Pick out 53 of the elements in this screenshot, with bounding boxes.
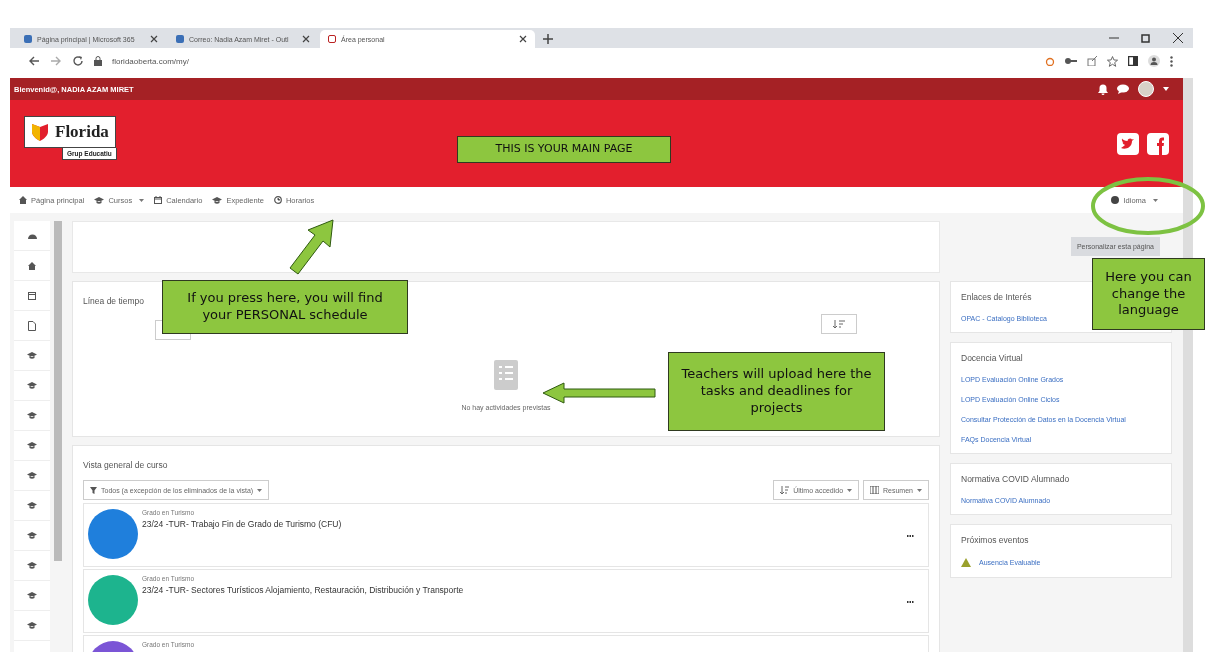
address-field[interactable]: floridaoberta.com/my/ [112, 56, 189, 66]
favicon-icon [176, 35, 184, 43]
extension-icon[interactable] [1045, 56, 1055, 66]
block-title: Línea de tiempo [83, 296, 144, 306]
block-title: Normativa COVID Alumnado [961, 474, 1070, 484]
annotation-tooltip: THIS IS YOUR MAIN PAGE [457, 136, 671, 163]
share-icon[interactable] [1087, 56, 1097, 66]
lock-icon [94, 56, 102, 66]
caret-icon [257, 488, 263, 492]
event-icon [961, 558, 971, 567]
favicon-icon [328, 35, 336, 43]
sort-icon [780, 486, 790, 494]
graduation-cap-icon [94, 196, 105, 204]
caret-icon [917, 488, 922, 492]
key-icon[interactable] [1065, 57, 1077, 65]
caret-icon[interactable] [1163, 87, 1169, 91]
reload-icon[interactable] [72, 55, 84, 67]
list-icon [494, 360, 518, 390]
arrow-annotation [289, 219, 337, 275]
scrollbar[interactable] [54, 221, 62, 561]
caret-icon [847, 488, 853, 492]
star-icon[interactable] [1107, 55, 1118, 67]
close-icon[interactable] [302, 35, 310, 43]
home-icon [19, 196, 27, 204]
avatar[interactable] [1138, 81, 1154, 97]
facebook-icon[interactable] [1147, 132, 1169, 155]
close-icon[interactable] [150, 35, 158, 43]
course-name[interactable]: 23/24 -TUR- Trabajo Fin de Grado de Turismo (CFU) [142, 519, 903, 529]
twitter-icon[interactable] [1117, 132, 1139, 155]
clock-icon [273, 196, 282, 204]
sort-icon [833, 320, 845, 328]
block-title: Próximos eventos [961, 535, 1029, 545]
calendar-icon [154, 196, 163, 204]
close-icon[interactable] [519, 35, 527, 43]
columns-icon [870, 486, 880, 494]
block-title: Vista general de curso [83, 460, 168, 470]
annotation-tooltip: Teachers will upload here the tasks and deadlines for projects [668, 352, 885, 431]
graduation-cap-icon [212, 196, 223, 204]
course-name[interactable]: 23/24 -TUR- Sectores Turísticos Alojamiento, Restauración, Distribución y Transporte [142, 585, 903, 595]
bell-icon[interactable] [1098, 83, 1108, 95]
caret-icon [1153, 198, 1158, 202]
back-icon[interactable] [28, 55, 40, 67]
menu-icon[interactable] [1170, 55, 1173, 67]
side-panel-icon[interactable] [1128, 56, 1138, 66]
filter-icon [90, 486, 97, 494]
annotation-tooltip: If you press here, you will find your PERSONAL schedule [162, 280, 408, 334]
new-tab-icon[interactable] [543, 34, 553, 44]
favicon-icon [24, 35, 32, 43]
block-title: Docencia Virtual [961, 353, 1023, 363]
chat-icon[interactable] [1117, 84, 1129, 94]
block-title: Enlaces de Interés [961, 292, 1032, 302]
annotation-tooltip: Here you can change the language [1092, 258, 1205, 330]
profile-icon[interactable] [1148, 55, 1160, 67]
